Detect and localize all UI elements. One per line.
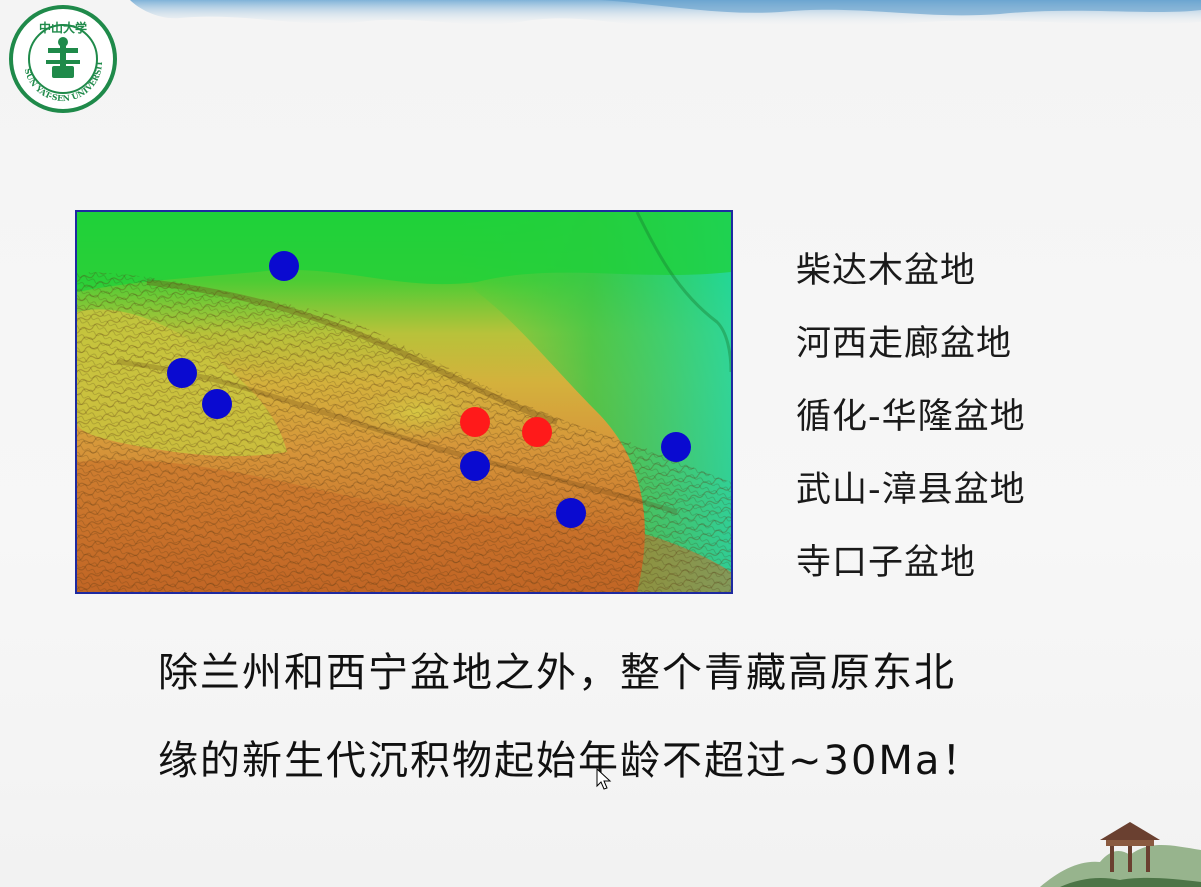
sample-site-dot-red [522, 417, 552, 447]
basin-item: 寺口子盆地 [796, 543, 977, 583]
sample-site-dot [460, 451, 490, 481]
conclusion-line-2: 缘的新生代沉积物起始年龄不超过~30Ma！ [158, 738, 984, 784]
sample-site-dot [202, 389, 232, 419]
sample-site-dot [556, 498, 586, 528]
university-logo: SUN YAT-SEN UNIVERSITY 中山大学 [8, 4, 117, 113]
elevation-map [75, 210, 733, 594]
sky-banner [130, 0, 1201, 28]
basin-item: 循化-华隆盆地 [796, 397, 1026, 437]
terrain-svg [77, 212, 731, 592]
mouse-pointer-icon [596, 768, 612, 790]
sample-site-dot [167, 358, 197, 388]
pavilion-icon [1040, 822, 1201, 887]
logo-title-text: 中山大学 [39, 20, 87, 35]
conclusion-line-1: 除兰州和西宁盆地之外，整个青藏高原东北 [158, 650, 956, 696]
conclusion-text: 除兰州和西宁盆地之外，整个青藏高原东北 缘的新生代沉积物起始年龄不超过~30Ma… [158, 644, 983, 820]
sample-site-dot [269, 251, 299, 281]
basin-item: 柴达木盆地 [796, 251, 977, 291]
slide: SUN YAT-SEN UNIVERSITY 中山大学 [0, 0, 1201, 887]
basin-item: 武山-漳县盆地 [796, 470, 1026, 510]
basin-item: 河西走廊盆地 [796, 324, 1013, 364]
basin-list: 柴达木盆地 河西走廊盆地 循化-华隆盆地 武山-漳县盆地 寺口子盆地 [796, 246, 1026, 611]
sample-site-dot-red [460, 407, 490, 437]
sample-site-dot [661, 432, 691, 462]
